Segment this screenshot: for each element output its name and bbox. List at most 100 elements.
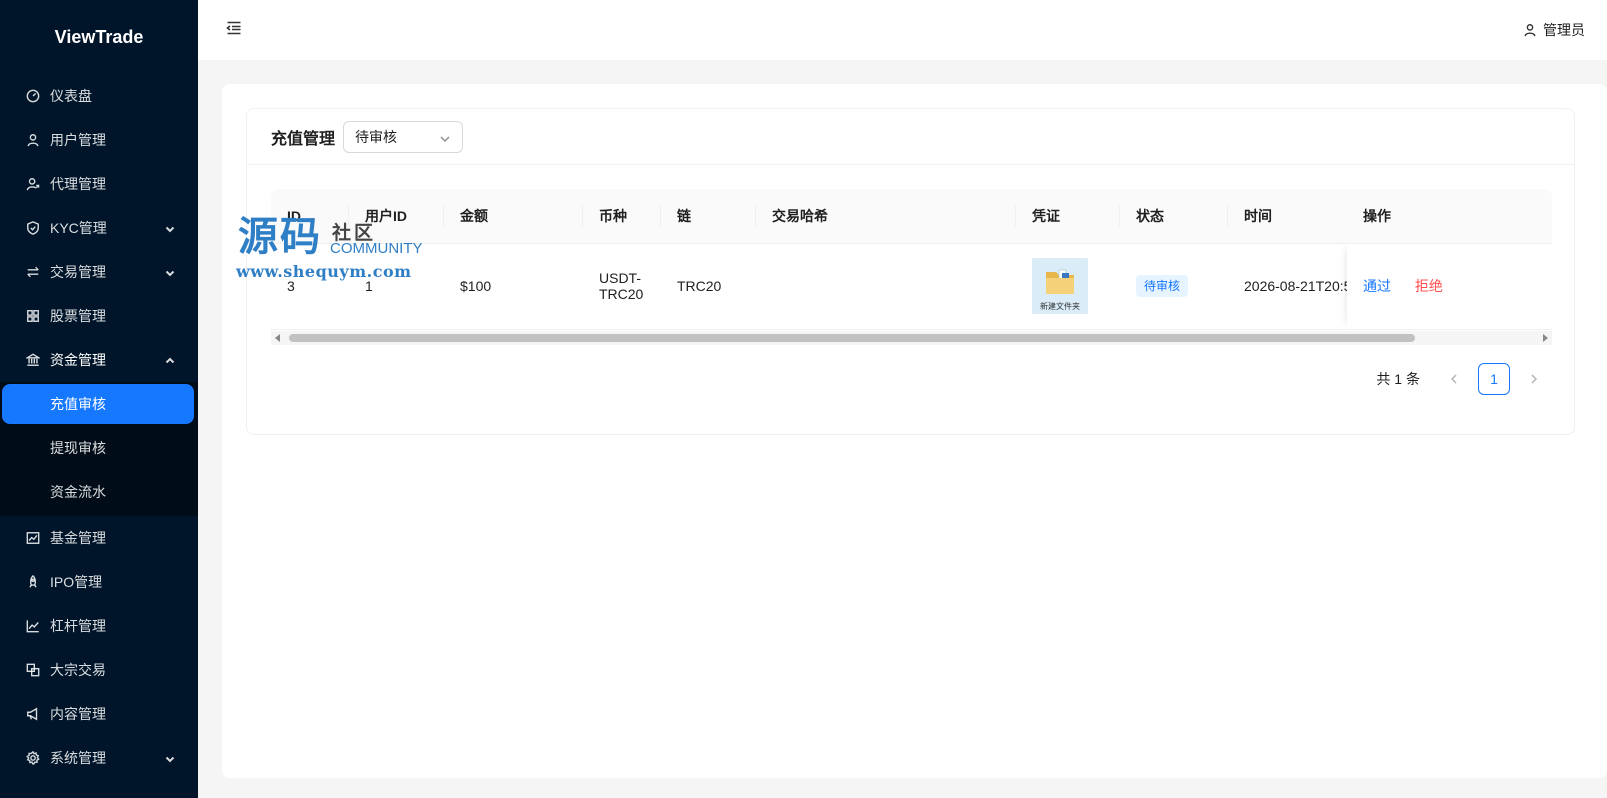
sidebar-item-content[interactable]: 内容管理 — [0, 692, 198, 736]
pagination: 共 1 条 1 — [1376, 363, 1550, 395]
sidebar-menu-lower: 基金管理 IPO管理 杠杆管理 大宗交易 内容管理 系统管理 — [0, 516, 198, 780]
sidebar-subitem-withdraw-review[interactable]: 提现审核 — [0, 426, 198, 470]
table-row: 3 1 $100 USDT- TRC20 TRC20 新建文件夹 待审核 202… — [271, 243, 1552, 330]
sidebar-item-label: 代理管理 — [50, 176, 106, 192]
rocket-icon — [26, 575, 40, 589]
sidebar-item-fund-mgmt[interactable]: 基金管理 — [0, 516, 198, 560]
col-header-tx-hash: 交易哈希 — [756, 189, 1016, 244]
sidebar-item-label: 交易管理 — [50, 264, 106, 280]
sidebar-item-stocks[interactable]: 股票管理 — [0, 294, 198, 338]
sidebar-item-label: 大宗交易 — [50, 662, 106, 678]
card-header: 充值管理 待审核 — [247, 109, 1574, 165]
cell-amount: $100 — [444, 243, 583, 330]
sidebar-item-label: 基金管理 — [50, 530, 106, 546]
sidebar-subitem-deposit-review[interactable]: 充值审核 — [2, 384, 194, 424]
cell-time: 2026-08-21T20:5 — [1228, 243, 1347, 330]
col-header-chain: 链 — [661, 189, 756, 244]
chevron-up-icon — [164, 354, 176, 366]
sidebar-item-funds[interactable]: 资金管理 — [0, 338, 198, 382]
sidebar-item-label: KYC管理 — [50, 220, 107, 236]
sidebar-item-label: 资金管理 — [50, 352, 106, 368]
cell-status: 待审核 — [1120, 243, 1228, 330]
grid-icon — [26, 309, 40, 323]
scroll-left-arrow-icon[interactable] — [275, 333, 280, 342]
scrollbar-thumb[interactable] — [289, 333, 1415, 342]
cell-actions: 通过 拒绝 — [1347, 243, 1552, 330]
sidebar-item-ipo[interactable]: IPO管理 — [0, 560, 198, 604]
folder-icon — [1046, 269, 1074, 294]
chevron-down-icon — [164, 222, 176, 234]
watermark-url: www.shequym.com — [236, 262, 412, 281]
chevron-down-icon — [164, 266, 176, 278]
fund-chart-icon — [26, 531, 40, 545]
cell-tx-hash — [756, 243, 1016, 330]
user-name: 管理员 — [1543, 22, 1585, 38]
status-filter-select[interactable]: 待审核 — [343, 120, 464, 153]
cell-currency: USDT- TRC20 — [583, 243, 661, 330]
sidebar-item-label: 内容管理 — [50, 706, 106, 722]
chevron-down-icon — [439, 132, 451, 144]
watermark: 源码 社区 COMMUNITY www.shequym.com — [236, 214, 436, 286]
col-header-amount: 金额 — [444, 189, 583, 244]
sidebar: ViewTrade 仪表盘 用户管理 代理管理 KYC管理 交易管理 股票管理 — [0, 0, 198, 798]
voucher-caption: 新建文件夹 — [1040, 302, 1080, 311]
col-header-currency: 币种 — [583, 189, 661, 244]
deposit-table: ID 用户ID 金额 币种 链 交易哈希 凭证 状态 时间 操作 3 1 $10… — [271, 189, 1552, 330]
block-icon — [26, 663, 40, 677]
col-header-status: 状态 — [1120, 189, 1228, 244]
menu-fold-icon[interactable] — [226, 20, 246, 40]
sidebar-item-label: 股票管理 — [50, 308, 106, 324]
sidebar-subitem-fund-flow[interactable]: 资金流水 — [0, 470, 198, 514]
page-1-button[interactable]: 1 — [1478, 363, 1510, 395]
reject-link[interactable]: 拒绝 — [1415, 278, 1443, 294]
cell-chain: TRC20 — [661, 243, 756, 330]
top-header: 管理员 — [198, 0, 1607, 60]
user-icon — [26, 133, 40, 147]
col-header-time: 时间 — [1228, 189, 1347, 244]
col-header-voucher: 凭证 — [1016, 189, 1120, 244]
watermark-community: COMMUNITY — [330, 240, 423, 257]
horizontal-scrollbar[interactable] — [271, 330, 1552, 345]
status-filter-value: 待审核 — [355, 128, 398, 145]
gear-icon — [26, 751, 40, 765]
sidebar-item-users[interactable]: 用户管理 — [0, 118, 198, 162]
col-header-actions: 操作 — [1347, 189, 1552, 244]
fund-submenu: 充值审核 提现审核 资金流水 — [0, 382, 198, 516]
sidebar-item-agents[interactable]: 代理管理 — [0, 162, 198, 206]
chevron-right-icon — [1531, 374, 1538, 384]
sidebar-item-label: 用户管理 — [50, 132, 106, 148]
scroll-right-arrow-icon[interactable] — [1543, 333, 1548, 342]
voucher-thumbnail[interactable]: 新建文件夹 — [1032, 258, 1088, 314]
megaphone-icon — [26, 707, 40, 721]
sidebar-item-system[interactable]: 系统管理 — [0, 736, 198, 780]
sidebar-item-trading[interactable]: 交易管理 — [0, 250, 198, 294]
app-logo: ViewTrade — [54, 26, 144, 47]
main-content: 充值管理 待审核 ID 用户ID 金额 币种 链 交易哈希 凭证 状态 时间 操… — [222, 84, 1607, 778]
sidebar-item-label: 系统管理 — [50, 750, 106, 766]
pagination-total: 共 1 条 — [1376, 371, 1420, 387]
dashboard-icon — [26, 89, 40, 103]
approve-link[interactable]: 通过 — [1363, 278, 1391, 294]
sidebar-item-label: 仪表盘 — [50, 88, 92, 104]
currency-line-2: TRC20 — [599, 286, 644, 302]
sidebar-item-dashboard[interactable]: 仪表盘 — [0, 74, 198, 118]
deposit-table-wrap: ID 用户ID 金额 币种 链 交易哈希 凭证 状态 时间 操作 3 1 $10… — [271, 189, 1552, 345]
line-chart-icon — [26, 619, 40, 633]
shield-icon — [26, 221, 40, 235]
sidebar-item-kyc[interactable]: KYC管理 — [0, 206, 198, 250]
sidebar-item-label: 杠杆管理 — [50, 618, 106, 634]
sidebar-item-label: IPO管理 — [50, 574, 103, 590]
watermark-main: 源码 — [238, 213, 322, 260]
agent-icon — [26, 177, 40, 191]
prev-page-button[interactable] — [1438, 363, 1470, 395]
next-page-button[interactable] — [1518, 363, 1550, 395]
page-title: 充值管理 — [271, 130, 336, 148]
sidebar-menu: 仪表盘 用户管理 代理管理 KYC管理 交易管理 股票管理 资金管理 — [0, 74, 198, 382]
sidebar-item-leverage[interactable]: 杠杆管理 — [0, 604, 198, 648]
deposit-card: 充值管理 待审核 ID 用户ID 金额 币种 链 交易哈希 凭证 状态 时间 操… — [246, 108, 1575, 435]
user-menu[interactable]: 管理员 — [1523, 20, 1585, 40]
bank-icon — [26, 353, 40, 367]
cell-voucher: 新建文件夹 — [1016, 243, 1120, 330]
sidebar-item-block-trade[interactable]: 大宗交易 — [0, 648, 198, 692]
chevron-left-icon — [1450, 374, 1457, 384]
